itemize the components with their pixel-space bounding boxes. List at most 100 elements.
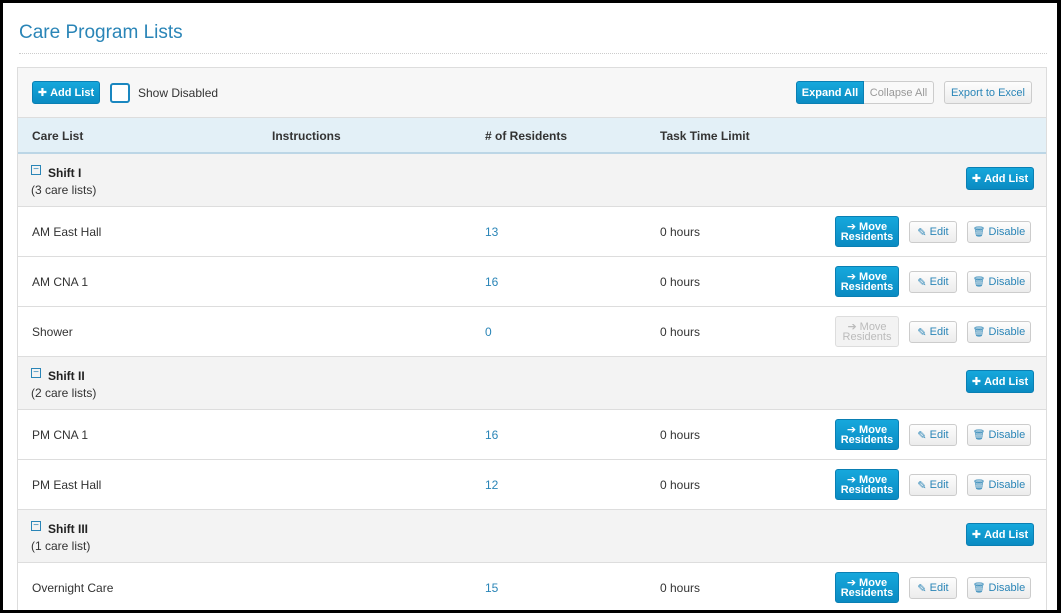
table-row: Shower 0 0 hours ➔ Move Residents ✎ Edit 🗑 Disabl… <box>18 307 1046 357</box>
collapse-all-button[interactable]: Collapse All <box>864 81 934 104</box>
move-residents-button[interactable]: ➔ Move Residents <box>835 316 899 347</box>
move-label-line2: Residents <box>840 586 894 599</box>
edit-button[interactable]: ✎ Edit <box>909 321 957 343</box>
table-row: AM CNA 1 16 0 hours ➔ Move Residents ✎ Edit 🗑 Dis… <box>18 257 1046 307</box>
trash-icon: 🗑 <box>972 479 986 491</box>
care-list-name: AM CNA 1 <box>32 275 89 289</box>
group-name: Shift II <box>48 369 85 383</box>
arrow-right-icon: ➔ <box>846 220 857 233</box>
group-header: − Shift I (3 care lists) ✚ Add List <box>18 154 1046 207</box>
care-list-name: PM East Hall <box>32 478 102 492</box>
group-add-list-button[interactable]: ✚ Add List <box>966 370 1034 393</box>
move-label-line1: ➔ Move <box>846 270 888 283</box>
move-label-line1: ➔ Move <box>846 473 888 486</box>
group-add-list-label: Add List <box>984 172 1029 185</box>
care-list-name: AM East Hall <box>32 225 102 239</box>
table-row: AM East Hall 13 0 hours ➔ Move Residents ✎ Edit… <box>18 207 1046 257</box>
pencil-icon: ✎ <box>917 429 927 442</box>
move-label-line2: Residents <box>842 330 892 343</box>
move-label-line1: ➔ Move <box>847 320 887 333</box>
arrow-right-icon: ➔ <box>846 270 857 283</box>
expand-collapse-toggle: Expand All Collapse All <box>796 81 934 104</box>
arrow-right-icon: ➔ <box>846 473 857 486</box>
group-add-list-label: Add List <box>984 528 1029 541</box>
group-add-list-button[interactable]: ✚ Add List <box>966 523 1034 546</box>
group-name: Shift I <box>48 166 82 180</box>
edit-label: Edit <box>929 276 949 288</box>
move-label-text: Move <box>859 473 888 486</box>
title-divider <box>19 53 1047 54</box>
arrow-right-icon: ➔ <box>846 576 857 589</box>
move-label-line2: Residents <box>840 230 894 243</box>
move-residents-button[interactable]: ➔ Move Residents <box>835 419 899 450</box>
move-label-text: Move <box>859 320 887 333</box>
plus-icon: ✚ <box>37 87 48 99</box>
move-label-text: Move <box>859 270 888 283</box>
add-list-button[interactable]: ✚ Add List <box>32 81 100 104</box>
table-body: − Shift I (3 care lists) ✚ Add List AM East H… <box>18 154 1046 610</box>
add-list-label: Add List <box>50 86 95 99</box>
care-lists-panel: ✚ Add List Show Disabled Expand All Colla… <box>17 67 1047 610</box>
collapse-minus-icon[interactable]: − <box>31 368 41 378</box>
table-row: Overnight Care 15 0 hours ➔ Move Residents ✎ Ed… <box>18 563 1046 610</box>
move-label-line2: Residents <box>840 280 894 293</box>
group-add-list-button[interactable]: ✚ Add List <box>966 167 1034 190</box>
disable-button[interactable]: 🗑 Disable <box>967 221 1031 243</box>
expand-all-button[interactable]: Expand All <box>796 81 864 104</box>
residents-count-link[interactable]: 12 <box>485 478 498 492</box>
edit-button[interactable]: ✎ Edit <box>909 474 957 496</box>
edit-button[interactable]: ✎ Edit <box>909 424 957 446</box>
trash-icon: 🗑 <box>972 226 986 238</box>
edit-button[interactable]: ✎ Edit <box>909 577 957 599</box>
move-residents-button[interactable]: ➔ Move Residents <box>835 469 899 500</box>
group-name: Shift III <box>48 522 88 536</box>
edit-label: Edit <box>929 226 949 238</box>
disable-button[interactable]: 🗑 Disable <box>967 424 1031 446</box>
pencil-icon: ✎ <box>917 226 927 239</box>
trash-icon: 🗑 <box>972 429 986 441</box>
move-label-line1: ➔ Move <box>847 423 888 436</box>
disable-label: Disable <box>988 582 1026 594</box>
show-disabled-label: Show Disabled <box>138 86 219 100</box>
edit-label: Edit <box>929 582 949 594</box>
disable-button[interactable]: 🗑 Disable <box>967 321 1031 343</box>
collapse-minus-icon[interactable]: − <box>31 165 41 175</box>
move-label-text: Move <box>859 220 888 233</box>
care-list-name: PM CNA 1 <box>32 428 89 442</box>
group-add-list-label: Add List <box>984 375 1029 388</box>
column-care-list: Care List <box>32 129 84 143</box>
move-label-line2: Residents <box>840 433 894 446</box>
move-residents-button[interactable]: ➔ Move Residents <box>835 216 899 247</box>
plus-icon: ✚ <box>971 173 982 185</box>
residents-count-link[interactable]: 16 <box>485 428 498 442</box>
task-time-limit: 0 hours <box>660 275 701 289</box>
residents-count-link[interactable]: 16 <box>485 275 498 289</box>
task-time-limit: 0 hours <box>660 581 701 595</box>
disable-label: Disable <box>988 429 1026 441</box>
residents-count-link[interactable]: 0 <box>485 325 492 339</box>
care-list-name: Overnight Care <box>32 581 114 595</box>
collapse-minus-icon[interactable]: − <box>31 521 41 531</box>
show-disabled-checkbox[interactable] <box>110 83 130 103</box>
export-to-excel-button[interactable]: Export to Excel <box>944 81 1032 104</box>
table-row: PM CNA 1 16 0 hours ➔ Move Residents ✎ Edit 🗑 Dis… <box>18 410 1046 460</box>
group-header: − Shift III (1 care list) ✚ Add List <box>18 510 1046 563</box>
arrow-right-icon: ➔ <box>847 320 857 333</box>
pencil-icon: ✎ <box>917 582 927 595</box>
disable-button[interactable]: 🗑 Disable <box>967 271 1031 293</box>
task-time-limit: 0 hours <box>660 478 701 492</box>
residents-count-link[interactable]: 15 <box>485 581 498 595</box>
group-count: (3 care lists) <box>31 183 97 197</box>
edit-button[interactable]: ✎ Edit <box>909 221 957 243</box>
care-list-name: Shower <box>32 325 73 339</box>
move-residents-button[interactable]: ➔ Move Residents <box>835 266 899 297</box>
move-label-text: Move <box>859 423 888 436</box>
disable-button[interactable]: 🗑 Disable <box>967 474 1031 496</box>
residents-count-link[interactable]: 13 <box>485 225 498 239</box>
move-residents-button[interactable]: ➔ Move Residents <box>835 572 899 603</box>
trash-icon: 🗑 <box>972 326 986 338</box>
move-label-text: Move <box>859 576 888 589</box>
disable-button[interactable]: 🗑 Disable <box>967 577 1031 599</box>
edit-button[interactable]: ✎ Edit <box>909 271 957 293</box>
trash-icon: 🗑 <box>972 582 986 594</box>
